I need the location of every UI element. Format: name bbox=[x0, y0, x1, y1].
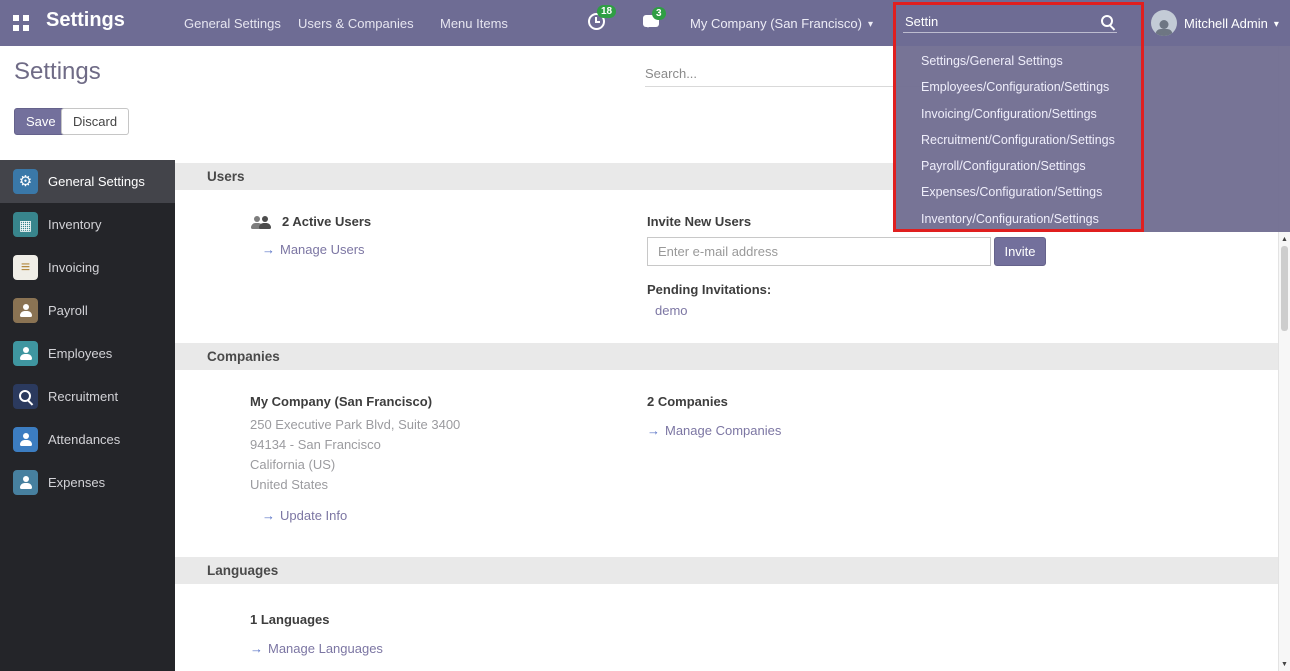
section-header-languages: Languages bbox=[175, 557, 1278, 584]
nav-users-companies[interactable]: Users & Companies bbox=[298, 16, 414, 31]
pending-invitations-label: Pending Invitations: bbox=[647, 282, 1278, 297]
company-name: My Company (San Francisco) bbox=[690, 16, 862, 31]
nav-search-input[interactable]: Settin bbox=[905, 14, 938, 29]
user-silhouette-icon bbox=[1154, 20, 1174, 36]
pending-invitation-demo[interactable]: demo bbox=[655, 303, 688, 318]
address-line: California (US) bbox=[250, 455, 647, 475]
update-info-link[interactable]: → Update Info bbox=[262, 508, 347, 523]
address-line: United States bbox=[250, 475, 647, 495]
sidebar-item-label: Payroll bbox=[48, 303, 88, 318]
recruitment-search-icon bbox=[13, 384, 38, 409]
apps-grid-icon[interactable] bbox=[13, 15, 29, 31]
arrow-right-icon: → bbox=[647, 423, 660, 438]
sidebar-item-expenses[interactable]: Expenses bbox=[0, 461, 175, 504]
search-result-item[interactable]: Settings/General Settings bbox=[895, 48, 1290, 74]
section-title: Languages bbox=[207, 563, 278, 578]
search-result-item[interactable]: Employees/Configuration/Settings bbox=[895, 74, 1290, 100]
search-result-item[interactable]: Payroll/Configuration/Settings bbox=[895, 153, 1290, 179]
sidebar-item-employees[interactable]: Employees bbox=[0, 332, 175, 375]
arrow-right-icon: → bbox=[262, 242, 275, 257]
expenses-person-icon bbox=[13, 470, 38, 495]
languages-count: 1 Languages bbox=[250, 612, 647, 627]
manage-users-link[interactable]: → Manage Users bbox=[262, 242, 365, 257]
activities-badge: 18 bbox=[597, 5, 616, 18]
invite-email-input[interactable] bbox=[647, 237, 991, 266]
page-title: Settings bbox=[14, 58, 101, 86]
sidebar-item-label: Expenses bbox=[48, 475, 105, 490]
attendance-person-icon bbox=[13, 427, 38, 452]
sidebar-item-recruitment[interactable]: Recruitment bbox=[0, 375, 175, 418]
user-menu[interactable]: Mitchell Admin ▾ bbox=[1184, 16, 1279, 31]
sidebar-item-label: Inventory bbox=[48, 217, 101, 232]
active-users-count: 2 Active Users bbox=[282, 214, 371, 229]
search-result-item[interactable]: Inventory/Configuration/Settings bbox=[895, 206, 1290, 232]
search-icon[interactable] bbox=[1101, 15, 1114, 28]
search-results-dropdown: Settings/General Settings Employees/Conf… bbox=[895, 46, 1290, 232]
section-companies: Companies My Company (San Francisco) 250… bbox=[175, 343, 1278, 557]
user-name: Mitchell Admin bbox=[1184, 16, 1268, 31]
sidebar-item-label: Employees bbox=[48, 346, 112, 361]
manage-companies-link[interactable]: → Manage Companies bbox=[647, 423, 781, 438]
manage-languages-link[interactable]: → Manage Languages bbox=[250, 641, 383, 656]
messages-menu[interactable]: 3 bbox=[643, 15, 663, 35]
save-button[interactable]: Save bbox=[14, 108, 68, 135]
sidebar-item-invoicing[interactable]: ≡ Invoicing bbox=[0, 246, 175, 289]
messages-badge: 3 bbox=[652, 7, 666, 20]
top-navbar: Settings General Settings Users & Compan… bbox=[0, 0, 1290, 46]
settings-sidebar: ⚙ General Settings ▦ Inventory ≡ Invoici… bbox=[0, 160, 175, 671]
payroll-person-icon bbox=[13, 298, 38, 323]
invoice-document-icon: ≡ bbox=[13, 255, 38, 280]
invite-button[interactable]: Invite bbox=[994, 237, 1046, 266]
users-group-icon bbox=[250, 214, 273, 229]
company-address: 250 Executive Park Blvd, Suite 3400 9413… bbox=[250, 415, 647, 495]
nav-menu-items[interactable]: Menu Items bbox=[440, 16, 508, 31]
chevron-down-icon: ▾ bbox=[1274, 19, 1279, 30]
settings-content: Users 2 Active Users → Manage Users Invi… bbox=[175, 160, 1278, 671]
sidebar-item-label: Invoicing bbox=[48, 260, 99, 275]
employees-people-icon bbox=[13, 341, 38, 366]
scrollbar-thumb[interactable] bbox=[1281, 246, 1288, 331]
search-result-item[interactable]: Invoicing/Configuration/Settings bbox=[895, 101, 1290, 127]
sidebar-item-label: Attendances bbox=[48, 432, 120, 447]
sidebar-item-label: Recruitment bbox=[48, 389, 118, 404]
discard-button[interactable]: Discard bbox=[61, 108, 129, 135]
sidebar-item-attendances[interactable]: Attendances bbox=[0, 418, 175, 461]
gear-icon: ⚙ bbox=[13, 169, 38, 194]
company-switcher[interactable]: My Company (San Francisco) ▾ bbox=[690, 16, 873, 31]
nav-general-settings[interactable]: General Settings bbox=[184, 16, 281, 31]
boxes-icon: ▦ bbox=[13, 212, 38, 237]
section-languages: Languages 1 Languages → Manage Languages bbox=[175, 557, 1278, 656]
arrow-right-icon: → bbox=[262, 508, 275, 523]
sidebar-item-label: General Settings bbox=[48, 174, 145, 189]
search-result-item[interactable]: Expenses/Configuration/Settings bbox=[895, 179, 1290, 205]
activities-menu[interactable]: 18 bbox=[588, 13, 608, 33]
section-title: Users bbox=[207, 169, 245, 184]
companies-count: 2 Companies bbox=[647, 394, 1278, 409]
address-line: 94134 - San Francisco bbox=[250, 435, 647, 455]
sidebar-item-inventory[interactable]: ▦ Inventory bbox=[0, 203, 175, 246]
avatar[interactable] bbox=[1151, 10, 1177, 36]
nav-search-underline bbox=[903, 32, 1117, 33]
sidebar-item-payroll[interactable]: Payroll bbox=[0, 289, 175, 332]
search-result-item[interactable]: Recruitment/Configuration/Settings bbox=[895, 127, 1290, 153]
sidebar-item-general-settings[interactable]: ⚙ General Settings bbox=[0, 160, 175, 203]
scroll-up-arrow-icon[interactable]: ▲ bbox=[1279, 236, 1290, 243]
section-title: Companies bbox=[207, 349, 280, 364]
section-header-companies: Companies bbox=[175, 343, 1278, 370]
app-title: Settings bbox=[46, 9, 125, 32]
company-name: My Company (San Francisco) bbox=[250, 394, 647, 409]
arrow-right-icon: → bbox=[250, 641, 263, 656]
chevron-down-icon: ▾ bbox=[868, 19, 873, 30]
address-line: 250 Executive Park Blvd, Suite 3400 bbox=[250, 415, 647, 435]
scroll-down-arrow-icon[interactable]: ▼ bbox=[1279, 661, 1290, 668]
